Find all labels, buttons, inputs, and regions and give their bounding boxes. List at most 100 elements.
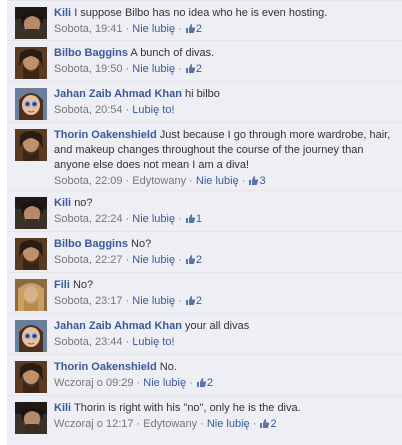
avatar[interactable] (15, 238, 47, 270)
avatar[interactable] (15, 320, 47, 352)
edited-label: Edytowany (132, 175, 187, 187)
comment-author[interactable]: Jahan Zaib Ahmad Khan (54, 88, 182, 100)
comment-text: your all divas (185, 320, 250, 332)
thumbs-up-icon (196, 377, 207, 393)
thumbs-up-icon (185, 254, 196, 270)
comment-author[interactable]: Fili (54, 279, 70, 291)
comment-author[interactable]: Bilbo Baggins (54, 47, 128, 59)
avatar[interactable] (15, 279, 47, 311)
comment-timestamp[interactable]: Sobota, 19:50 (54, 63, 123, 75)
comment-author[interactable]: Bilbo Baggins (54, 238, 128, 250)
like-toggle-link[interactable]: Nie lubię (132, 254, 175, 266)
like-count-value: 2 (195, 254, 203, 266)
separator-dot: · (122, 336, 133, 348)
separator-dot: · (186, 377, 196, 389)
comment-item: Kili I suppose Bilbo has no idea who he … (7, 0, 402, 40)
comment-author[interactable]: Kili (54, 402, 71, 414)
comment-author[interactable]: Thorin Oakenshield (54, 129, 157, 141)
like-count[interactable]: 2 (196, 377, 213, 389)
separator-dot: · (122, 295, 133, 307)
comment-author[interactable]: Jahan Zaib Ahmad Khan (54, 320, 182, 332)
comment-body: Bilbo Baggins A bunch of divas. Sobota, 1… (54, 46, 396, 79)
comment-meta: Sobota, 22:09 · Edytowany · Nie lubię · … (54, 174, 396, 191)
comment-body: Fili No? Sobota, 23:17 · Nie lubię · 2 (54, 278, 396, 311)
separator-dot: · (122, 63, 133, 75)
comment-timestamp[interactable]: Sobota, 19:41 (54, 23, 123, 35)
separator-dot: · (175, 254, 185, 266)
comment-timestamp[interactable]: Sobota, 23:17 (54, 295, 123, 307)
like-count[interactable]: 2 (185, 295, 202, 307)
like-count[interactable]: 3 (248, 175, 266, 187)
avatar[interactable] (15, 361, 47, 393)
like-toggle-link[interactable]: Nie lubię (132, 213, 175, 225)
avatar[interactable] (15, 7, 47, 39)
comment-meta: Sobota, 20:54 · Lubię to! (54, 103, 396, 118)
comment-item: Bilbo Baggins A bunch of divas. Sobota, 1… (7, 40, 402, 81)
separator-dot: · (175, 63, 185, 75)
like-count[interactable]: 2 (259, 418, 277, 430)
comment-text: no? (74, 197, 93, 209)
comment-text: No? (72, 279, 94, 291)
like-toggle-link[interactable]: Lubię to! (132, 336, 174, 348)
comment-body: Bilbo Baggins No? Sobota, 22:27 · Nie lub… (54, 237, 396, 270)
like-toggle-link[interactable]: Nie lubię (132, 23, 175, 35)
avatar[interactable] (15, 47, 47, 79)
like-count[interactable]: 2 (185, 63, 202, 75)
like-count-value: 1 (195, 213, 203, 225)
avatar[interactable] (15, 402, 47, 434)
comment-text: No. (159, 361, 177, 373)
comment-item: Jahan Zaib Ahmad Khan hi bilbo Sobota, 20… (7, 81, 402, 122)
thumbs-up-icon (185, 295, 196, 311)
like-toggle-link[interactable]: Lubię to! (132, 104, 174, 116)
comment-item: Thorin Oakenshield Just because I go thr… (7, 122, 402, 190)
avatar[interactable] (15, 88, 47, 120)
thumbs-up-icon (259, 418, 270, 434)
thumbs-up-icon (185, 63, 196, 79)
comment-meta: Sobota, 19:41 · Nie lubię · 2 (54, 22, 396, 39)
comment-author[interactable]: Thorin Oakenshield (54, 361, 157, 373)
avatar[interactable] (15, 129, 47, 161)
comment-text: A bunch of divas. (130, 47, 215, 59)
like-count-value: 2 (195, 23, 203, 35)
like-count[interactable]: 2 (185, 254, 202, 266)
separator-dot: · (122, 175, 133, 187)
comment-meta: Wczoraj o 09:29 · Nie lubię · 2 (54, 376, 396, 393)
like-toggle-link[interactable]: Nie lubię (132, 295, 175, 307)
comment-timestamp[interactable]: Wczoraj o 12:17 (54, 418, 133, 430)
comment-author[interactable]: Kili (54, 7, 71, 19)
like-count-value: 3 (259, 175, 266, 187)
separator-dot: · (249, 418, 260, 430)
comment-body: Thorin Oakenshield No. Wczoraj o 09:29 · … (54, 360, 396, 393)
comment-item: Fili No? Sobota, 23:17 · Nie lubię · 2 (7, 272, 402, 313)
comment-timestamp[interactable]: Sobota, 22:09 (54, 175, 123, 187)
like-count-value: 2 (195, 63, 203, 75)
comment-meta: Wczoraj o 12:17 · Edytowany · Nie lubię … (54, 417, 396, 434)
avatar[interactable] (15, 197, 47, 229)
comment-body: Jahan Zaib Ahmad Khan hi bilbo Sobota, 20… (54, 87, 396, 118)
like-toggle-link[interactable]: Nie lubię (196, 175, 239, 187)
like-toggle-link[interactable]: Nie lubię (207, 418, 250, 430)
separator-dot: · (197, 418, 207, 430)
comment-timestamp[interactable]: Wczoraj o 09:29 (54, 377, 133, 389)
comment-timestamp[interactable]: Sobota, 22:27 (54, 254, 123, 266)
comment-item: Kili Thorin is right with his "no", only… (7, 395, 402, 445)
separator-dot: · (133, 418, 144, 430)
like-count[interactable]: 2 (185, 23, 202, 35)
like-toggle-link[interactable]: Nie lubię (143, 377, 186, 389)
comment-body: Kili no? Sobota, 22:24 · Nie lubię · 1 (54, 196, 396, 229)
separator-dot: · (122, 104, 133, 116)
thumbs-up-icon (185, 213, 196, 229)
comment-timestamp[interactable]: Sobota, 23:44 (54, 336, 123, 348)
comment-text: Thorin is right with his "no", only he i… (73, 402, 301, 414)
comment-item: Kili no? Sobota, 22:24 · Nie lubię · 1 (7, 190, 402, 231)
like-count[interactable]: 1 (185, 213, 202, 225)
like-toggle-link[interactable]: Nie lubię (132, 63, 175, 75)
comment-item: Bilbo Baggins No? Sobota, 22:27 · Nie lub… (7, 231, 402, 272)
comment-author[interactable]: Kili (54, 197, 71, 209)
separator-dot: · (175, 295, 185, 307)
comment-timestamp[interactable]: Sobota, 20:54 (54, 104, 123, 116)
comment-timestamp[interactable]: Sobota, 22:24 (54, 213, 123, 225)
comment-text: I suppose Bilbo has no idea who he is ev… (74, 7, 328, 19)
comment-item: Thorin Oakenshield No. Wczoraj o 09:29 · … (7, 354, 402, 395)
separator-dot: · (175, 213, 185, 225)
